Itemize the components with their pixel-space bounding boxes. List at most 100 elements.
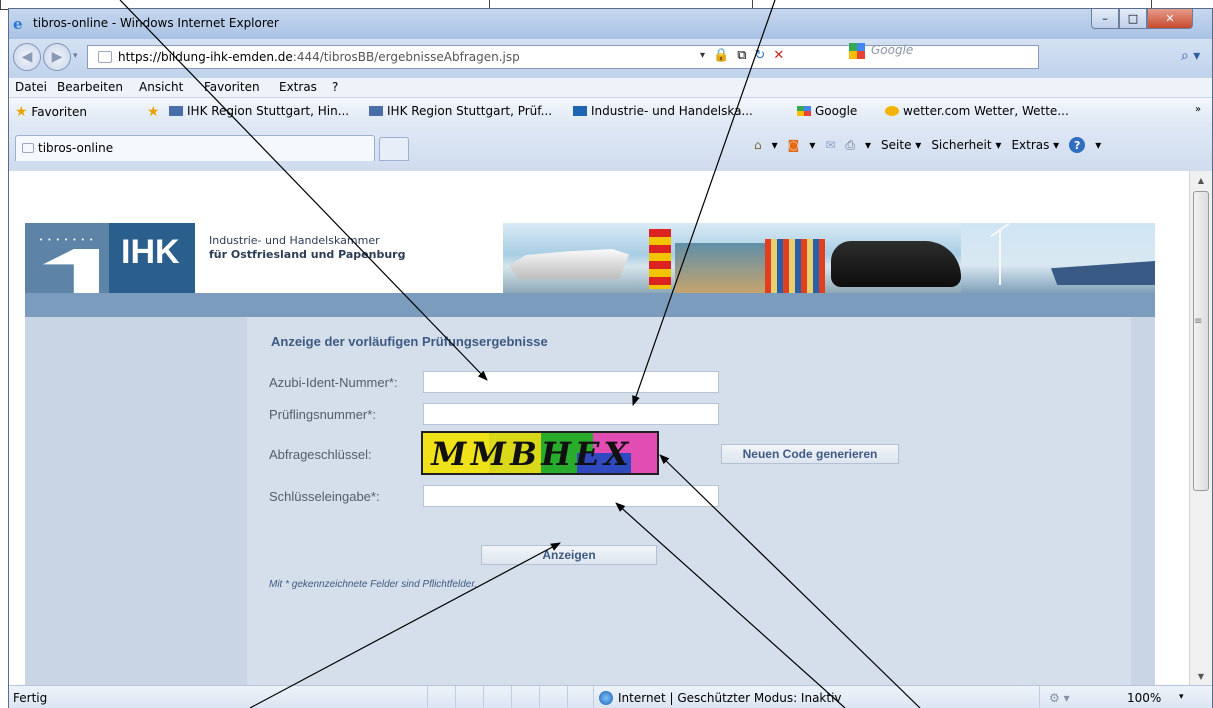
header-divider-bar bbox=[25, 293, 1155, 317]
feeds-dropdown-icon[interactable]: ▾ bbox=[809, 138, 815, 152]
search-icon[interactable]: ⌕ ▾ bbox=[1181, 48, 1200, 64]
favorites-overflow-icon[interactable]: » bbox=[1195, 104, 1201, 115]
status-cell bbox=[455, 686, 456, 708]
home-icon[interactable]: ⌂ bbox=[754, 138, 762, 152]
search-input[interactable]: Google bbox=[871, 43, 913, 57]
compatibility-view-icon[interactable]: ⧉ bbox=[737, 48, 746, 63]
print-icon[interactable]: ⎙ bbox=[845, 138, 855, 153]
page-content: • • • • • • • IHK Industrie- und Handels… bbox=[9, 171, 1189, 685]
title-bar: e tibros-online - Windows Internet Explo… bbox=[9, 9, 1212, 39]
status-cell bbox=[483, 686, 484, 708]
zoom-level[interactable]: 100% bbox=[1127, 691, 1161, 705]
favorites-star-icon: ★ bbox=[15, 104, 28, 120]
new-tab-button[interactable] bbox=[379, 137, 409, 161]
logo-right-panel: IHK bbox=[109, 223, 195, 293]
url-text[interactable]: https://bildung-ihk-emden.de:444/tibrosB… bbox=[118, 50, 520, 64]
page-menu[interactable]: Seite ▾ bbox=[881, 138, 921, 152]
minimize-button[interactable]: – bbox=[1091, 9, 1119, 29]
menu-datei[interactable]: Datei bbox=[15, 80, 47, 94]
menu-bearbeiten[interactable]: Bearbeiten bbox=[57, 80, 123, 94]
favorite-link-3[interactable]: Industrie- und Handelska... bbox=[573, 104, 753, 118]
page-icon bbox=[98, 51, 112, 63]
menu-ansicht[interactable]: Ansicht bbox=[139, 80, 183, 94]
address-dropdown-icon[interactable]: ▾ bbox=[700, 50, 705, 61]
pruefling-input[interactable] bbox=[423, 403, 719, 425]
forward-button[interactable]: ▶ bbox=[43, 43, 71, 71]
security-zone-label: Internet | Geschützter Modus: Inaktiv bbox=[618, 691, 842, 705]
address-row: ◀ ▶ ▾ https://bildung-ihk-emden.de:444/t… bbox=[9, 39, 1212, 77]
banner-lighthouse bbox=[649, 229, 671, 289]
submit-button[interactable]: Anzeigen bbox=[481, 545, 657, 565]
status-bar: Fertig Internet | Geschützter Modus: Ina… bbox=[9, 685, 1212, 708]
favorite-link-2-label: IHK Region Stuttgart, Prüf... bbox=[387, 104, 553, 118]
ihk-logo: • • • • • • • IHK bbox=[25, 223, 195, 293]
ie-window: e tibros-online - Windows Internet Explo… bbox=[8, 8, 1213, 708]
maximize-button[interactable]: □ bbox=[1119, 9, 1147, 29]
ihk-c-icon bbox=[573, 106, 587, 116]
safety-menu[interactable]: Sicherheit ▾ bbox=[931, 138, 1001, 152]
screenshot-root: e tibros-online - Windows Internet Explo… bbox=[0, 0, 1213, 708]
refresh-icon[interactable]: ↻ bbox=[755, 48, 766, 63]
protection-icon[interactable]: ⚙ ▾ bbox=[1049, 691, 1070, 705]
status-text: Fertig bbox=[13, 691, 48, 705]
key-input[interactable] bbox=[423, 485, 719, 507]
lock-icon[interactable]: 🔒 bbox=[713, 48, 729, 63]
captcha-image: MMBHEX bbox=[421, 431, 659, 475]
history-dropdown-icon[interactable]: ▾ bbox=[73, 51, 78, 61]
favorites-button[interactable]: ★ Favoriten bbox=[15, 104, 87, 120]
search-dropdown-icon[interactable]: ▾ bbox=[1193, 48, 1200, 64]
scroll-grip-icon: ≡ bbox=[1194, 316, 1203, 327]
favorite-link-5[interactable]: wetter.com Wetter, Wette... bbox=[885, 104, 1069, 118]
help-icon[interactable]: ? bbox=[1069, 137, 1086, 153]
feeds-icon[interactable]: ◙ bbox=[788, 138, 800, 152]
form-panel: Anzeige der vorläufigen Prüfungsergebnis… bbox=[247, 317, 1131, 685]
new-code-button[interactable]: Neuen Code generieren bbox=[721, 444, 899, 464]
favorite-link-1[interactable]: IHK Region Stuttgart, Hin... bbox=[169, 104, 349, 118]
favorite-link-2[interactable]: IHK Region Stuttgart, Prüf... bbox=[369, 104, 552, 118]
back-button[interactable]: ◀ bbox=[13, 43, 41, 71]
menu-favoriten[interactable]: Favoriten bbox=[204, 80, 260, 94]
print-dropdown-icon[interactable]: ▾ bbox=[865, 138, 871, 152]
status-cell bbox=[593, 686, 594, 708]
home-dropdown-icon[interactable]: ▾ bbox=[772, 138, 778, 152]
right-column bbox=[1131, 317, 1155, 685]
favorites-label: Favoriten bbox=[31, 105, 87, 119]
favorite-link-4[interactable]: Google bbox=[797, 104, 857, 118]
tools-menu[interactable]: Extras ▾ bbox=[1011, 138, 1059, 152]
scroll-up-icon[interactable]: ▲ bbox=[1190, 171, 1212, 189]
security-zone[interactable]: Internet | Geschützter Modus: Inaktiv bbox=[599, 691, 842, 705]
azubi-ident-input[interactable] bbox=[423, 371, 719, 393]
add-favorite-icon[interactable]: ★ bbox=[147, 104, 160, 120]
tab-tibros-online[interactable]: tibros-online bbox=[15, 135, 375, 161]
required-fields-note: Mit * gekennzeichnete Felder sind Pflich… bbox=[269, 579, 478, 590]
key-input-label: Schlüsseleingabe*: bbox=[269, 489, 380, 504]
mail-icon[interactable]: ✉ bbox=[825, 138, 835, 152]
scroll-thumb[interactable] bbox=[1193, 191, 1209, 491]
weather-icon bbox=[885, 106, 899, 116]
scroll-down-icon[interactable]: ▼ bbox=[1190, 667, 1212, 685]
azubi-ident-label: Azubi-Ident-Nummer*: bbox=[269, 375, 398, 390]
window-title: tibros-online - Windows Internet Explore… bbox=[33, 16, 279, 30]
banner-beach-chair bbox=[765, 239, 825, 293]
favorites-bar: ★ Favoriten ★ IHK Region Stuttgart, Hin.… bbox=[9, 97, 1212, 125]
key-label: Abfrageschlüssel: bbox=[269, 447, 372, 462]
zoom-dropdown-icon[interactable]: ▾ bbox=[1179, 692, 1184, 702]
stop-icon[interactable]: ✕ bbox=[773, 48, 784, 63]
url-path: :444/tibrosBB/ergebnisseAbfragen.jsp bbox=[292, 50, 520, 64]
ihk-page-icon bbox=[369, 106, 383, 116]
org-name-line-1: Industrie- und Handelskammer bbox=[209, 234, 380, 247]
favorite-link-4-label: Google bbox=[815, 104, 858, 118]
url-domain: https://bildung-ihk-emden.de bbox=[118, 50, 293, 64]
menu-extras[interactable]: Extras bbox=[279, 80, 317, 94]
favorite-link-3-label: Industrie- und Handelska... bbox=[591, 104, 753, 118]
tab-label: tibros-online bbox=[38, 141, 114, 155]
banner-wind-turbine bbox=[999, 229, 1001, 285]
form-title: Anzeige der vorläufigen Prüfungsergebnis… bbox=[271, 334, 548, 349]
close-button[interactable]: ✕ bbox=[1147, 9, 1193, 29]
menu-help[interactable]: ? bbox=[332, 80, 338, 94]
vertical-scrollbar[interactable]: ▲ ≡ ▼ bbox=[1189, 171, 1212, 685]
ihk-page-icon bbox=[169, 106, 183, 116]
help-dropdown-icon[interactable]: ▾ bbox=[1095, 138, 1101, 152]
globe-icon bbox=[599, 691, 613, 705]
ihk-arrow-icon bbox=[43, 249, 99, 293]
